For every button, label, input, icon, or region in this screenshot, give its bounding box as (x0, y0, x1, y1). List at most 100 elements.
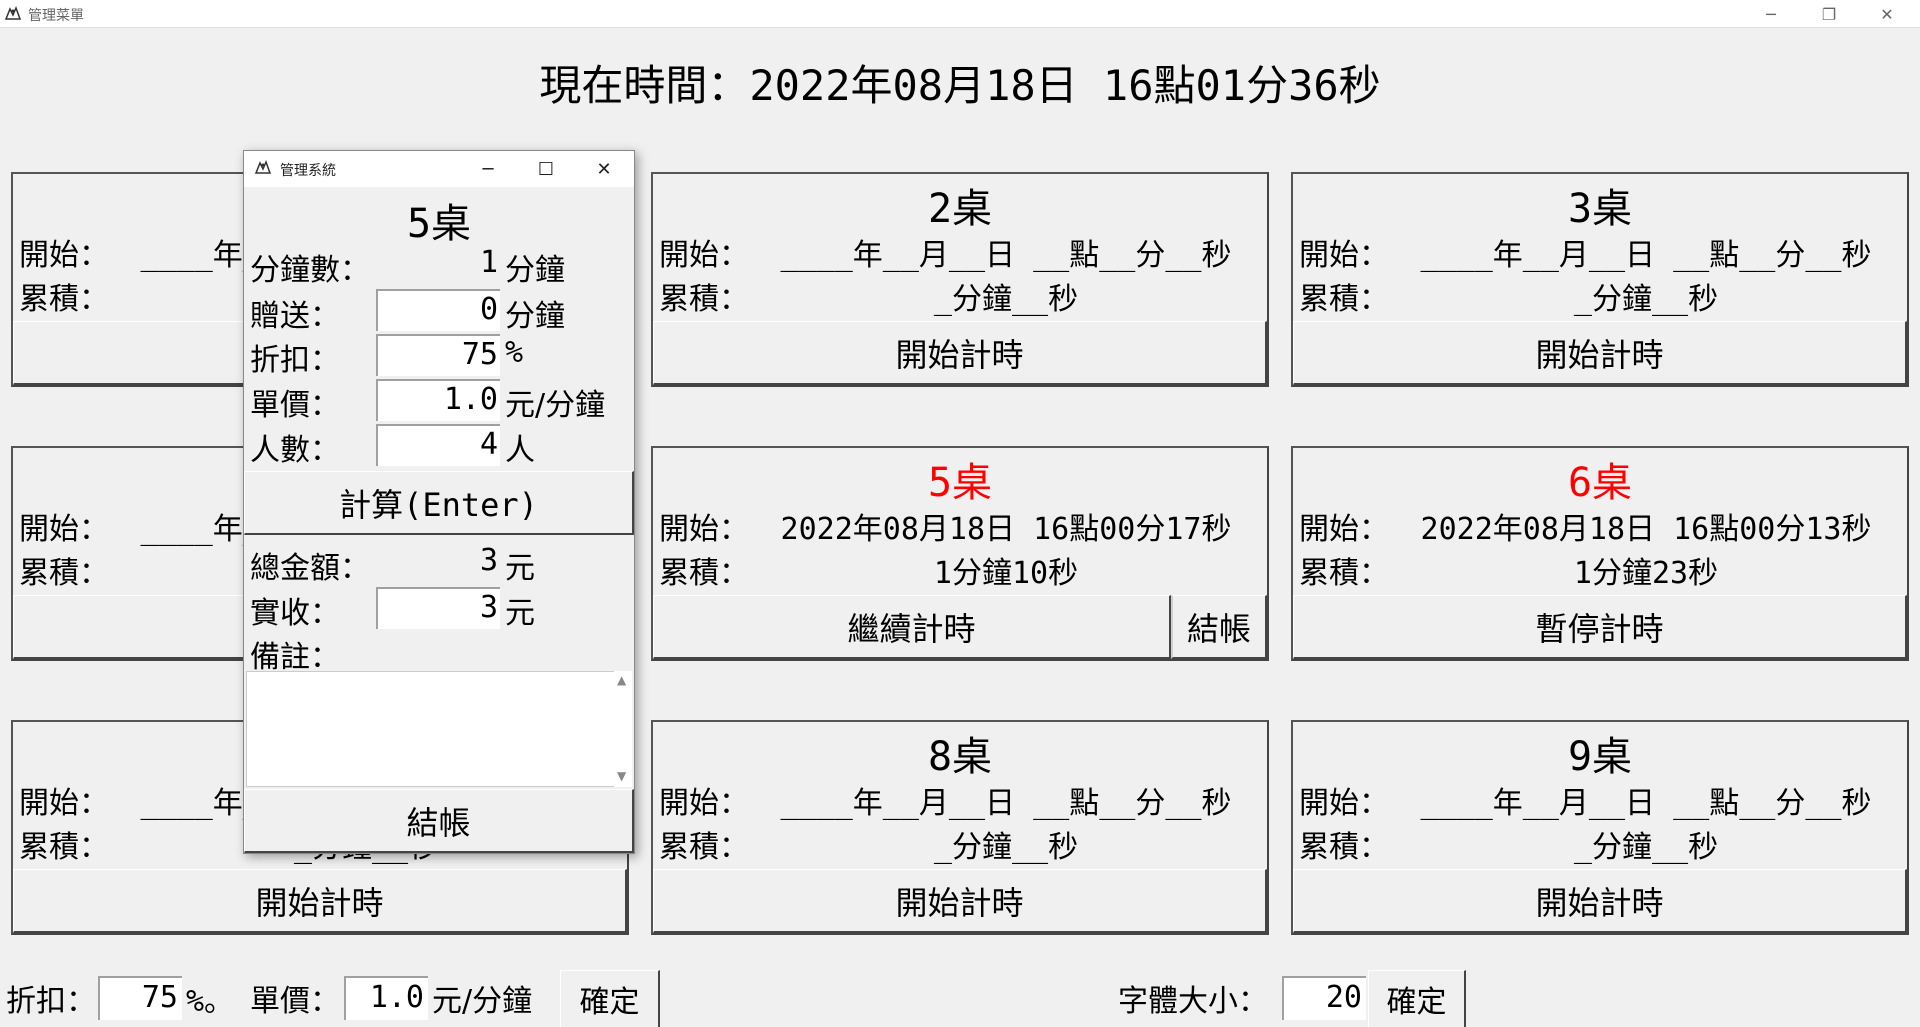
notes-label: 備註： (250, 640, 340, 675)
timer-button[interactable]: 開始計時 (653, 869, 1267, 933)
start-time-value: ____年__月__日 __點__分__秒 (780, 238, 1232, 273)
minutes-label: 分鐘數： (250, 253, 370, 288)
start-row: 開始： ____年__月__日 __點__分__秒 (659, 778, 1263, 822)
restore-button[interactable]: ❐ (1800, 0, 1858, 28)
bottom-discount-input[interactable]: 75 (98, 976, 182, 1020)
dialog-title: 管理系統 (280, 163, 336, 179)
elapsed-label: 累積： (1299, 830, 1389, 865)
app-icon (254, 159, 272, 174)
elapsed-value: _分鐘__秒 (933, 830, 1079, 865)
table-card: 5桌 開始： 2022年08月18日 16點00分17秒 累積： 1分鐘10秒 繼續計時結… (651, 446, 1269, 661)
dialog-minimize-button[interactable]: ─ (459, 151, 517, 187)
start-time-value: ____年__月__日 __點__分__秒 (780, 786, 1232, 821)
elapsed-label: 累積： (659, 282, 749, 317)
table-card: 8桌開始： ____年__月__日 __點__分__秒 累積： _分鐘__秒開始計時 (651, 720, 1269, 935)
bottom-price-label: 單價： (250, 984, 340, 1019)
start-label: 開始： (659, 238, 749, 273)
total-value: 3 (479, 543, 498, 578)
checkout-table-button[interactable]: 結帳 (1171, 595, 1267, 659)
scroll-up-icon[interactable]: ▲ (617, 673, 626, 687)
start-label: 開始： (659, 786, 749, 821)
start-time-value: ____年__月__日 __點__分__秒 (1420, 238, 1872, 273)
font-size-input[interactable]: 20 (1282, 976, 1366, 1020)
notes-textarea[interactable] (246, 671, 632, 787)
elapsed-value: _分鐘__秒 (933, 282, 1079, 317)
calculate-button[interactable]: 計算(Enter) (244, 471, 634, 535)
elapsed-row: 累積： _分鐘__秒 (659, 274, 1263, 318)
start-label: 開始： (19, 512, 109, 547)
window-title: 管理菜單 (28, 8, 84, 24)
start-label: 開始： (19, 786, 109, 821)
price-label: 單價： (250, 388, 340, 423)
current-time-label: 現在時間： (539, 61, 750, 110)
start-label: 開始： (19, 238, 109, 273)
price-input[interactable]: 1.0 (376, 379, 500, 421)
dialog-maximize-button[interactable]: ☐ (517, 151, 575, 187)
elapsed-row: 累積： _分鐘__秒 (1299, 274, 1903, 318)
notes-scrollbar[interactable]: ▲ ▼ (614, 671, 632, 787)
elapsed-label: 累積： (19, 282, 109, 317)
elapsed-label: 累積： (19, 830, 109, 865)
table-card: 2桌 開始： ____年__月__日 __點__分__秒 累積： _分鐘__秒 開始計時 (651, 172, 1269, 387)
elapsed-label: 累積： (1299, 556, 1389, 591)
discount-unit: % (505, 335, 524, 370)
timer-button[interactable]: 開始計時 (13, 869, 627, 933)
timer-button[interactable]: 暫停計時 (1293, 595, 1907, 659)
font-size-label: 字體大小： (1118, 984, 1268, 1019)
discount-input[interactable]: 75 (376, 334, 500, 376)
bonus-input[interactable]: 0 (376, 289, 500, 331)
app-icon (4, 5, 22, 20)
received-input[interactable]: 3 (376, 587, 500, 629)
people-input[interactable]: 4 (376, 424, 500, 466)
elapsed-row: 累積： 1分鐘10秒 (659, 548, 1263, 592)
people-label: 人數： (250, 433, 340, 468)
bonus-label: 贈送： (250, 299, 340, 334)
timer-button[interactable]: 開始計時 (1293, 869, 1907, 933)
bottom-price-input[interactable]: 1.0 (344, 976, 428, 1020)
received-label: 實收： (250, 596, 340, 631)
elapsed-row: 累積： _分鐘__秒 (659, 822, 1263, 866)
current-time-value: 2022年08月18日 16點01分36秒 (749, 61, 1381, 110)
minimize-button[interactable]: ─ (1742, 0, 1800, 28)
current-time: 現在時間：2022年08月18日 16點01分36秒 (0, 52, 1920, 113)
price-unit: 元/分鐘 (505, 388, 606, 423)
dialog-titlebar: 管理系統 ─ ☐ ✕ (244, 151, 634, 187)
elapsed-row: 累積： 1分鐘23秒 (1299, 548, 1903, 592)
bottom-price-unit: 元/分鐘 (432, 984, 533, 1019)
minutes-unit: 分鐘 (505, 253, 565, 288)
total-label: 總金額： (250, 551, 370, 586)
people-unit: 人 (505, 433, 535, 468)
bottom-discount-unit: %。 (186, 984, 235, 1019)
scroll-down-icon[interactable]: ▼ (617, 769, 626, 783)
start-row: 開始： ____年__月__日 __點__分__秒 (1299, 778, 1903, 822)
checkout-dialog: 管理系統 ─ ☐ ✕ 5桌 分鐘數： 1 分鐘 贈送： 0 分鐘 折扣： 75 … (243, 150, 635, 854)
timer-button[interactable]: 開始計時 (653, 321, 1267, 385)
elapsed-label: 累積： (659, 830, 749, 865)
bottom-discount-label: 折扣： (6, 984, 96, 1019)
table-name: 6桌 (1567, 460, 1633, 506)
dialog-close-button[interactable]: ✕ (575, 151, 633, 187)
table-card: 9桌 開始： ____年__月__日 __點__分__秒 累積： _分鐘__秒 開始計時 (1291, 720, 1909, 935)
checkout-button[interactable]: 結帳 (244, 789, 634, 853)
start-label: 開始： (659, 512, 749, 547)
table-card: 3桌 開始： ____年__月__日 __點__分__秒 累積： _分鐘__秒 開始計時 (1291, 172, 1909, 387)
received-unit: 元 (505, 596, 535, 631)
elapsed-value: 1分鐘10秒 (933, 556, 1079, 591)
start-label: 開始： (1299, 786, 1389, 821)
start-time-value: ____年__月__日 __點__分__秒 (1420, 786, 1872, 821)
close-button[interactable]: ✕ (1858, 0, 1916, 28)
timer-button[interactable]: 開始計時 (1293, 321, 1907, 385)
confirm-font-button[interactable]: 確定 (1368, 970, 1466, 1027)
minutes-value: 1 (479, 245, 498, 280)
total-unit: 元 (505, 551, 535, 586)
timer-button[interactable]: 繼續計時 (653, 595, 1171, 659)
confirm-rate-button[interactable]: 確定 (560, 970, 660, 1027)
elapsed-label: 累積： (659, 556, 749, 591)
elapsed-value: _分鐘__秒 (1573, 830, 1719, 865)
table-name: 5桌 (927, 460, 993, 506)
table-name: 8桌 (927, 734, 993, 780)
start-time-value: 2022年08月18日 16點00分13秒 (1420, 512, 1872, 547)
start-label: 開始： (1299, 238, 1389, 273)
elapsed-label: 累積： (1299, 282, 1389, 317)
settings-bar: 折扣： 75 %。 單價： 1.0 元/分鐘 確定 字體大小： 20 確定 (0, 970, 1920, 1027)
